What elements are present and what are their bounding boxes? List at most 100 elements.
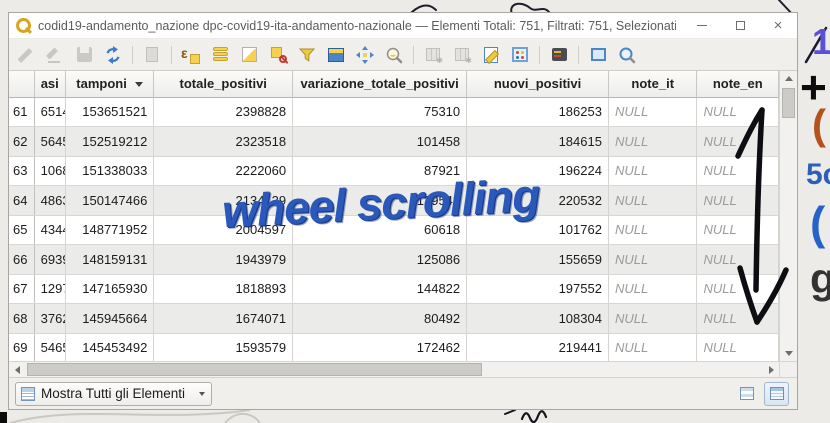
cell[interactable]: 172462 bbox=[293, 333, 467, 361]
show-all-features-button[interactable]: Mostra Tutti gli Elementi bbox=[15, 382, 212, 406]
vertical-scrollbar[interactable] bbox=[779, 71, 797, 361]
field-calculator-icon[interactable] bbox=[509, 44, 531, 66]
cell[interactable]: NULL bbox=[697, 245, 779, 275]
cell[interactable]: 1297 bbox=[34, 274, 65, 304]
cell[interactable]: 153651521 bbox=[65, 97, 154, 127]
conditional-formatting-icon[interactable] bbox=[548, 44, 570, 66]
form-view-button[interactable] bbox=[734, 382, 759, 406]
cell[interactable]: NULL bbox=[608, 127, 697, 157]
cell[interactable]: NULL bbox=[697, 156, 779, 186]
scroll-up-icon[interactable] bbox=[781, 71, 797, 86]
cell[interactable]: 155659 bbox=[467, 245, 609, 275]
horizontal-scroll-thumb[interactable] bbox=[27, 363, 482, 376]
cell[interactable]: 197552 bbox=[467, 274, 609, 304]
cell[interactable]: 148159131 bbox=[65, 245, 154, 275]
select-by-expression-icon[interactable]: ε bbox=[180, 44, 202, 66]
cell[interactable]: NULL bbox=[608, 156, 697, 186]
cell[interactable]: 5645 bbox=[34, 127, 65, 157]
cell[interactable]: 145453492 bbox=[65, 333, 154, 361]
cell[interactable]: 6514 bbox=[34, 97, 65, 127]
edit-expression-icon[interactable] bbox=[480, 44, 502, 66]
cell[interactable]: 1943979 bbox=[154, 245, 293, 275]
cell[interactable]: 6939 bbox=[34, 245, 65, 275]
paste-features-icon[interactable] bbox=[141, 44, 163, 66]
column-header-totale-positivi[interactable]: totale_positivi bbox=[154, 71, 293, 97]
cell[interactable]: NULL bbox=[697, 127, 779, 157]
cell[interactable]: NULL bbox=[697, 304, 779, 334]
row-number[interactable]: 63 bbox=[9, 156, 34, 186]
invert-selection-icon[interactable] bbox=[238, 44, 260, 66]
table-row[interactable]: 64 4863 150147466 2134139 129542 220532 … bbox=[9, 186, 779, 216]
row-number[interactable]: 61 bbox=[9, 97, 34, 127]
table-row[interactable]: 67 1297 147165930 1818893 144822 197552 … bbox=[9, 274, 779, 304]
scroll-left-icon[interactable] bbox=[9, 362, 25, 377]
vertical-scroll-thumb[interactable] bbox=[782, 88, 795, 118]
cell[interactable]: 196224 bbox=[467, 156, 609, 186]
toggle-edit-icon[interactable] bbox=[15, 44, 37, 66]
reload-table-icon[interactable] bbox=[102, 44, 124, 66]
cell[interactable]: 4344 bbox=[34, 215, 65, 245]
corner-header[interactable] bbox=[9, 71, 34, 97]
column-header-tamponi[interactable]: tamponi bbox=[65, 71, 154, 97]
table-row[interactable]: 65 4344 148771952 2004597 60618 101762 N… bbox=[9, 215, 779, 245]
cell[interactable]: 101458 bbox=[293, 127, 467, 157]
table-row[interactable]: 63 1068 151338033 2222060 87921 196224 N… bbox=[9, 156, 779, 186]
cell[interactable]: 87921 bbox=[293, 156, 467, 186]
cell[interactable]: 151338033 bbox=[65, 156, 154, 186]
zoom-to-selection-icon[interactable] bbox=[383, 44, 405, 66]
cell[interactable]: 2398828 bbox=[154, 97, 293, 127]
table-view-button[interactable] bbox=[764, 382, 789, 406]
row-number[interactable]: 69 bbox=[9, 333, 34, 361]
select-all-icon[interactable] bbox=[209, 44, 231, 66]
cell[interactable]: 152519212 bbox=[65, 127, 154, 157]
cell[interactable]: 4863 bbox=[34, 186, 65, 216]
cell[interactable]: 1818893 bbox=[154, 274, 293, 304]
cell[interactable]: 186253 bbox=[467, 97, 609, 127]
minimize-button[interactable] bbox=[683, 13, 721, 38]
cell[interactable]: 145945664 bbox=[65, 304, 154, 334]
row-number[interactable]: 62 bbox=[9, 127, 34, 157]
cell[interactable]: NULL bbox=[608, 215, 697, 245]
cell[interactable]: 1674071 bbox=[154, 304, 293, 334]
cell[interactable]: 1068 bbox=[34, 156, 65, 186]
cell[interactable]: 101762 bbox=[467, 215, 609, 245]
new-field-icon[interactable] bbox=[422, 44, 444, 66]
cell[interactable]: NULL bbox=[697, 97, 779, 127]
cell[interactable]: NULL bbox=[697, 215, 779, 245]
cell[interactable]: 147165930 bbox=[65, 274, 154, 304]
column-header-note-en[interactable]: note_en bbox=[697, 71, 779, 97]
column-header-variazione[interactable]: variazione_totale_positivi bbox=[293, 71, 467, 97]
cell[interactable]: 3762 bbox=[34, 304, 65, 334]
table-row[interactable]: 61 6514 153651521 2398828 75310 186253 N… bbox=[9, 97, 779, 127]
cell[interactable]: 80492 bbox=[293, 304, 467, 334]
cell[interactable]: NULL bbox=[608, 333, 697, 361]
cell[interactable]: NULL bbox=[697, 274, 779, 304]
dock-table-icon[interactable] bbox=[587, 44, 609, 66]
cell[interactable]: 5465 bbox=[34, 333, 65, 361]
filter-select-icon[interactable] bbox=[296, 44, 318, 66]
cell[interactable]: 144822 bbox=[293, 274, 467, 304]
cell[interactable]: NULL bbox=[608, 97, 697, 127]
horizontal-scrollbar[interactable] bbox=[9, 361, 779, 377]
scroll-down-icon[interactable] bbox=[781, 346, 797, 361]
row-number[interactable]: 65 bbox=[9, 215, 34, 245]
cell[interactable]: 129542 bbox=[293, 186, 467, 216]
cell[interactable]: NULL bbox=[608, 274, 697, 304]
cell[interactable]: 219441 bbox=[467, 333, 609, 361]
column-header-casi[interactable]: asi bbox=[34, 71, 65, 97]
cell[interactable]: 184615 bbox=[467, 127, 609, 157]
cell[interactable]: 1593579 bbox=[154, 333, 293, 361]
move-selection-top-icon[interactable] bbox=[325, 44, 347, 66]
cell[interactable]: NULL bbox=[608, 245, 697, 275]
table-row[interactable]: 68 3762 145945664 1674071 80492 108304 N… bbox=[9, 304, 779, 334]
maximize-button[interactable] bbox=[721, 13, 759, 38]
cell[interactable]: 2323518 bbox=[154, 127, 293, 157]
cell[interactable]: 2134139 bbox=[154, 186, 293, 216]
cell[interactable]: NULL bbox=[608, 186, 697, 216]
cell[interactable]: NULL bbox=[697, 333, 779, 361]
close-button[interactable]: × bbox=[759, 13, 797, 38]
cell[interactable]: 75310 bbox=[293, 97, 467, 127]
cell[interactable]: 2222060 bbox=[154, 156, 293, 186]
row-number[interactable]: 66 bbox=[9, 245, 34, 275]
save-edits-icon[interactable] bbox=[73, 44, 95, 66]
